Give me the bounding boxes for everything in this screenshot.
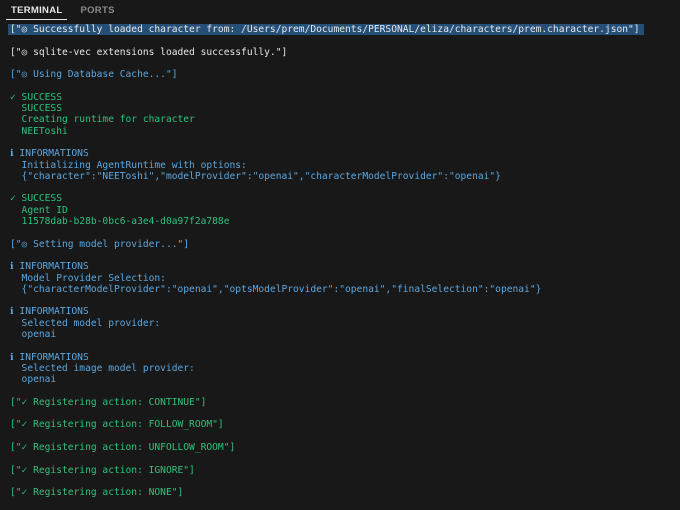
- terminal-line: ["◎ Using Database Cache..."]: [10, 69, 680, 80]
- terminal-line-text: ["◎ Setting model provider..."]: [10, 238, 190, 250]
- terminal-line: SUCCESS: [10, 103, 680, 114]
- terminal-line-text: ["✓ Registering action: FOLLOW_ROOM"]: [10, 419, 224, 431]
- terminal-line-text: ✓ SUCCESS: [10, 91, 62, 103]
- terminal-line: NEEToshi: [10, 126, 680, 137]
- terminal-line: ["◎ sqlite-vec extensions loaded success…: [10, 47, 680, 58]
- terminal-line: Creating runtime for character: [10, 114, 680, 125]
- terminal-line-text: 11578dab-b28b-0bc6-a3e4-d0a97f2a788e: [10, 216, 230, 228]
- terminal-line: ["✓ Registering action: NONE"]: [10, 487, 680, 498]
- terminal-line: Selected model provider:: [10, 318, 680, 329]
- terminal-line-text: ["◎ Using Database Cache..."]: [10, 69, 178, 81]
- terminal-line: ["✓ Registering action: IGNORE"]: [10, 465, 680, 476]
- terminal-line: ["◎ Successfully loaded character from: …: [8, 24, 680, 36]
- terminal-line-text: Model Provider Selection:: [10, 272, 166, 284]
- terminal-line-text: ℹ INFORMATIONS: [10, 306, 89, 318]
- terminal-line: ℹ INFORMATIONS: [10, 261, 680, 272]
- terminal-line-text: openai: [10, 374, 57, 386]
- terminal-line-text: {"character":"NEEToshi","modelProvider":…: [10, 170, 501, 182]
- terminal-line-text: Selected image model provider:: [10, 362, 195, 374]
- tab-ports[interactable]: PORTS: [75, 5, 119, 20]
- terminal-line-text: ["✓ Registering action: IGNORE"]: [10, 464, 195, 476]
- terminal-line: Agent ID: [10, 205, 680, 216]
- terminal-line: {"character":"NEEToshi","modelProvider":…: [10, 171, 680, 182]
- terminal-line-text: ["✓ Registering action: CONTINUE"]: [10, 396, 207, 408]
- terminal-line: ℹ INFORMATIONS: [10, 148, 680, 159]
- terminal-line: ["✓ Registering action: FOLLOW_ROOM"]: [10, 419, 680, 430]
- terminal-line: ✓ SUCCESS: [10, 92, 680, 103]
- terminal-line-text: ["✓ Registering action: UNFOLLOW_ROOM"]: [10, 441, 236, 453]
- terminal-line: Initializing AgentRuntime with options:: [10, 160, 680, 171]
- terminal-line: openai: [10, 329, 680, 340]
- terminal-line-text: NEEToshi: [10, 125, 68, 137]
- terminal-line: ["✓ Registering action: UNFOLLOW_ROOM"]: [10, 442, 680, 453]
- terminal-line-text: openai: [10, 329, 57, 341]
- terminal-line: ["◎ Setting model provider..."]: [10, 239, 680, 250]
- terminal-line-text: ℹ INFORMATIONS: [10, 148, 89, 160]
- terminal-line-text: SUCCESS: [10, 103, 62, 115]
- terminal-line-text: Initializing AgentRuntime with options:: [10, 159, 247, 171]
- panel-tab-bar: TERMINAL PORTS: [0, 0, 680, 20]
- terminal-line: {"characterModelProvider":"openai","opts…: [10, 284, 680, 295]
- terminal-line-text: ["✓ Registering action: NONE"]: [10, 487, 184, 499]
- terminal-line: openai: [10, 374, 680, 385]
- terminal-line-text: ℹ INFORMATIONS: [10, 351, 89, 363]
- terminal-line: 11578dab-b28b-0bc6-a3e4-d0a97f2a788e: [10, 216, 680, 227]
- terminal-line-text: ["◎ Successfully loaded character from: …: [8, 24, 644, 36]
- terminal-line-text: Agent ID: [10, 204, 68, 216]
- terminal-line: ✓ SUCCESS: [10, 193, 680, 204]
- terminal-line: Selected image model provider:: [10, 363, 680, 374]
- terminal-line: Model Provider Selection:: [10, 273, 680, 284]
- tab-terminal[interactable]: TERMINAL: [6, 5, 68, 20]
- terminal-output[interactable]: ["◎ Successfully loaded character from: …: [0, 20, 680, 498]
- terminal-line: ["✓ Registering action: CONTINUE"]: [10, 397, 680, 408]
- terminal-line: ℹ INFORMATIONS: [10, 352, 680, 363]
- terminal-line-text: ℹ INFORMATIONS: [10, 261, 89, 273]
- terminal-line-text: Creating runtime for character: [10, 114, 195, 126]
- terminal-line-text: {"characterModelProvider":"openai","opts…: [10, 283, 542, 295]
- terminal-line-text: ["◎ sqlite-vec extensions loaded success…: [10, 46, 288, 58]
- terminal-line-text: ✓ SUCCESS: [10, 193, 62, 205]
- terminal-line-text: Selected model provider:: [10, 317, 161, 329]
- terminal-line: ℹ INFORMATIONS: [10, 306, 680, 317]
